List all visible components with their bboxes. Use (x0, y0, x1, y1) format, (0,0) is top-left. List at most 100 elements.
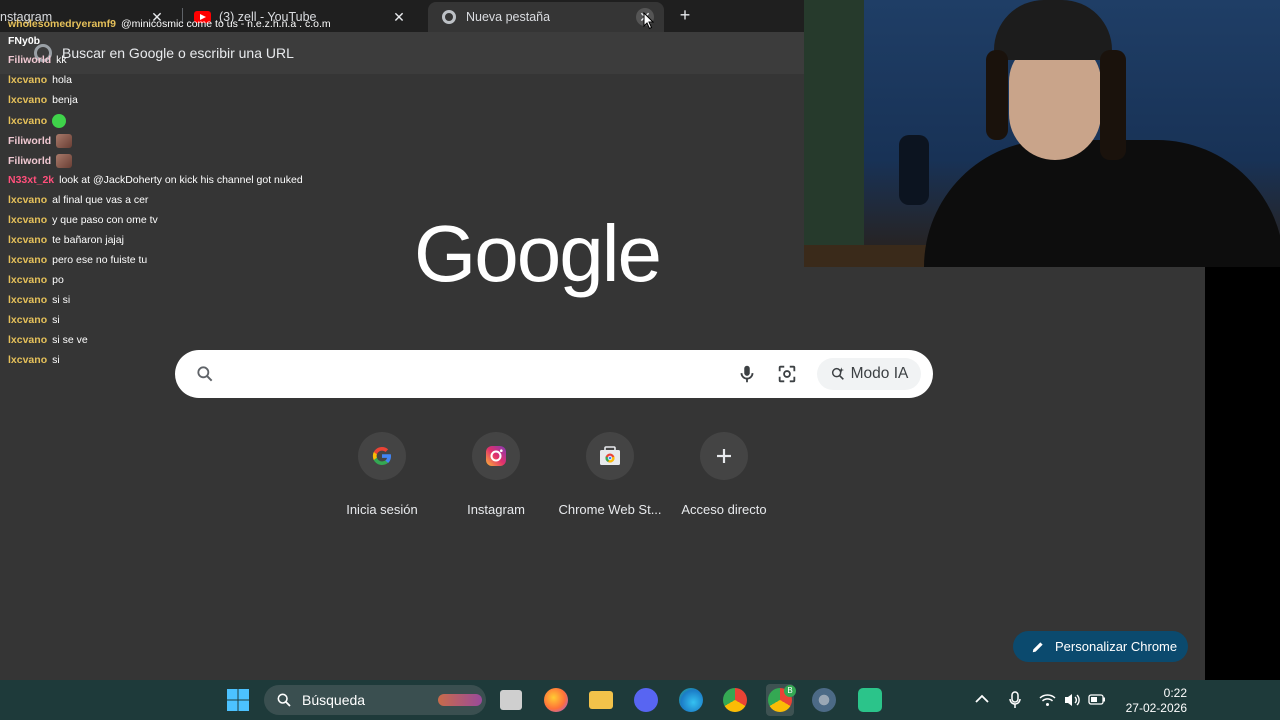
webcam-beanie (994, 0, 1112, 60)
chat-text: si (52, 314, 60, 326)
microphone-icon[interactable] (736, 363, 758, 385)
shortcut-add[interactable]: Acceso directo (668, 432, 780, 517)
app-icon[interactable] (858, 688, 882, 712)
chevron-up-icon[interactable] (975, 694, 989, 704)
chat-username: lxcvano (8, 234, 48, 246)
chat-text: kk (56, 54, 67, 66)
customize-label: Personalizar Chrome (1055, 639, 1178, 654)
battery-icon[interactable] (1088, 694, 1106, 705)
chrome-icon[interactable] (723, 688, 747, 712)
chat-username: wholesomedryeramf9 (8, 18, 116, 30)
chat-text: pero ese no fuiste tu (52, 254, 148, 266)
chat-text: benja (52, 94, 78, 106)
chat-text: po (52, 274, 64, 286)
chat-message: lxcvano hola (8, 74, 72, 86)
ai-mode-button[interactable]: Modo IA (817, 358, 921, 390)
emote-face-icon (56, 154, 73, 168)
chat-text: hola (52, 74, 72, 86)
omnibox[interactable]: Buscar en Google o escribir una URL (20, 37, 800, 69)
chat-text: y que paso con ome tv (52, 214, 158, 226)
chat-message: lxcvano pero ese no fuiste tu (8, 254, 147, 266)
chrome-web-store-icon (600, 446, 620, 465)
close-icon[interactable]: ✕ (390, 8, 408, 26)
chrome-icon (442, 10, 456, 24)
search-box[interactable]: Modo IA (175, 350, 933, 398)
taskbar: Búsqueda B 0:22 27-02-2026 (0, 680, 1280, 720)
microphone-icon[interactable] (1008, 691, 1022, 709)
chrome-badge: B (784, 685, 796, 697)
chat-username: lxcvano (8, 214, 48, 226)
emote-green-icon (52, 114, 67, 128)
chat-username: lxcvano (8, 294, 48, 306)
webcam-shirt (924, 140, 1280, 267)
settings-icon[interactable] (812, 688, 836, 712)
google-icon (372, 447, 391, 465)
shortcut-label: Instagram (467, 502, 525, 517)
windows-start-icon[interactable] (226, 688, 250, 712)
chat-text: te bañaron jajaj (52, 234, 124, 246)
edge-icon[interactable] (679, 688, 703, 712)
taskbar-search[interactable]: Búsqueda (264, 685, 486, 715)
chat-message: wholesomedryeramf9 @minicosmic come to us… (8, 18, 331, 30)
chat-message: lxcvano al final que vas a cer (8, 194, 148, 206)
chat-text: al final que vas a cer (52, 194, 149, 206)
webcam-hair (1100, 50, 1126, 160)
tab-new-tab[interactable]: Nueva pestaña ✕ (428, 2, 664, 32)
new-tab-button[interactable]: + (675, 5, 695, 25)
shortcut-icon-container (700, 432, 748, 480)
chat-message: N33xt_2k look at @JackDoherty on kick his… (8, 174, 303, 186)
black-border (1205, 267, 1280, 680)
customize-chrome-button[interactable]: Personalizar Chrome (1013, 631, 1188, 662)
chat-message: lxcvano po (8, 274, 64, 286)
chat-message: lxcvano te bañaron jajaj (8, 234, 124, 246)
system-clock[interactable]: 0:22 27-02-2026 (1121, 686, 1187, 716)
chat-username: lxcvano (8, 94, 48, 106)
discord-icon[interactable] (634, 688, 658, 712)
chat-message: lxcvano (8, 114, 67, 128)
firefox-icon[interactable] (544, 688, 568, 712)
shortcut-sign-in[interactable]: Inicia sesión (326, 432, 438, 517)
chat-username: Filiworld (8, 154, 52, 167)
file-explorer-icon[interactable] (589, 691, 613, 709)
shortcut-label: Acceso directo (681, 502, 767, 517)
task-view-icon[interactable] (500, 690, 522, 710)
shortcut-label: Inicia sesión (346, 502, 418, 517)
chat-username: lxcvano (8, 274, 48, 286)
emote-face-icon (56, 134, 73, 148)
ai-search-icon (831, 367, 844, 380)
chat-username: lxcvano (8, 74, 48, 86)
chat-message: lxcvano benja (8, 94, 78, 106)
mouse-cursor-icon (643, 12, 655, 30)
chat-message: FNy0b (8, 35, 40, 47)
google-lens-icon[interactable] (776, 363, 798, 385)
webcam-hair (986, 50, 1008, 140)
volume-icon[interactable] (1063, 692, 1081, 708)
chat-username: lxcvano (8, 334, 48, 346)
pencil-icon (1032, 641, 1043, 652)
shortcut-icon-container (358, 432, 406, 480)
ai-mode-label: Modo IA (850, 365, 909, 382)
chat-username: lxcvano (8, 354, 48, 366)
chat-text: si si (52, 294, 71, 306)
clock-time: 0:22 (1163, 686, 1187, 700)
search-input[interactable] (227, 360, 767, 388)
chat-text: @minicosmic come to us - n.e.z.h.n.a . c… (120, 18, 331, 30)
plus-icon (717, 449, 731, 463)
chat-text: look at @JackDoherty on kick his channel… (59, 174, 303, 186)
chat-text: FNy0b (8, 35, 41, 47)
shortcut-icon-container (586, 432, 634, 480)
taskbar-search-label: Búsqueda (302, 692, 366, 708)
google-logo: Google (414, 209, 662, 298)
chat-message: Filiworld kk (8, 54, 67, 66)
shortcut-instagram[interactable]: Instagram (440, 432, 552, 517)
chat-message: Filiworld (8, 154, 73, 168)
search-icon (197, 366, 213, 382)
chat-username: lxcvano (8, 314, 48, 326)
instagram-icon (486, 446, 506, 466)
chat-message: lxcvano si (8, 354, 60, 366)
wifi-icon[interactable] (1039, 693, 1056, 707)
shortcut-chrome-web-store[interactable]: Chrome Web St... (554, 432, 666, 517)
chat-message: Filiworld (8, 134, 73, 148)
chat-username: lxcvano (8, 194, 48, 206)
chat-message: lxcvano si si (8, 294, 70, 306)
